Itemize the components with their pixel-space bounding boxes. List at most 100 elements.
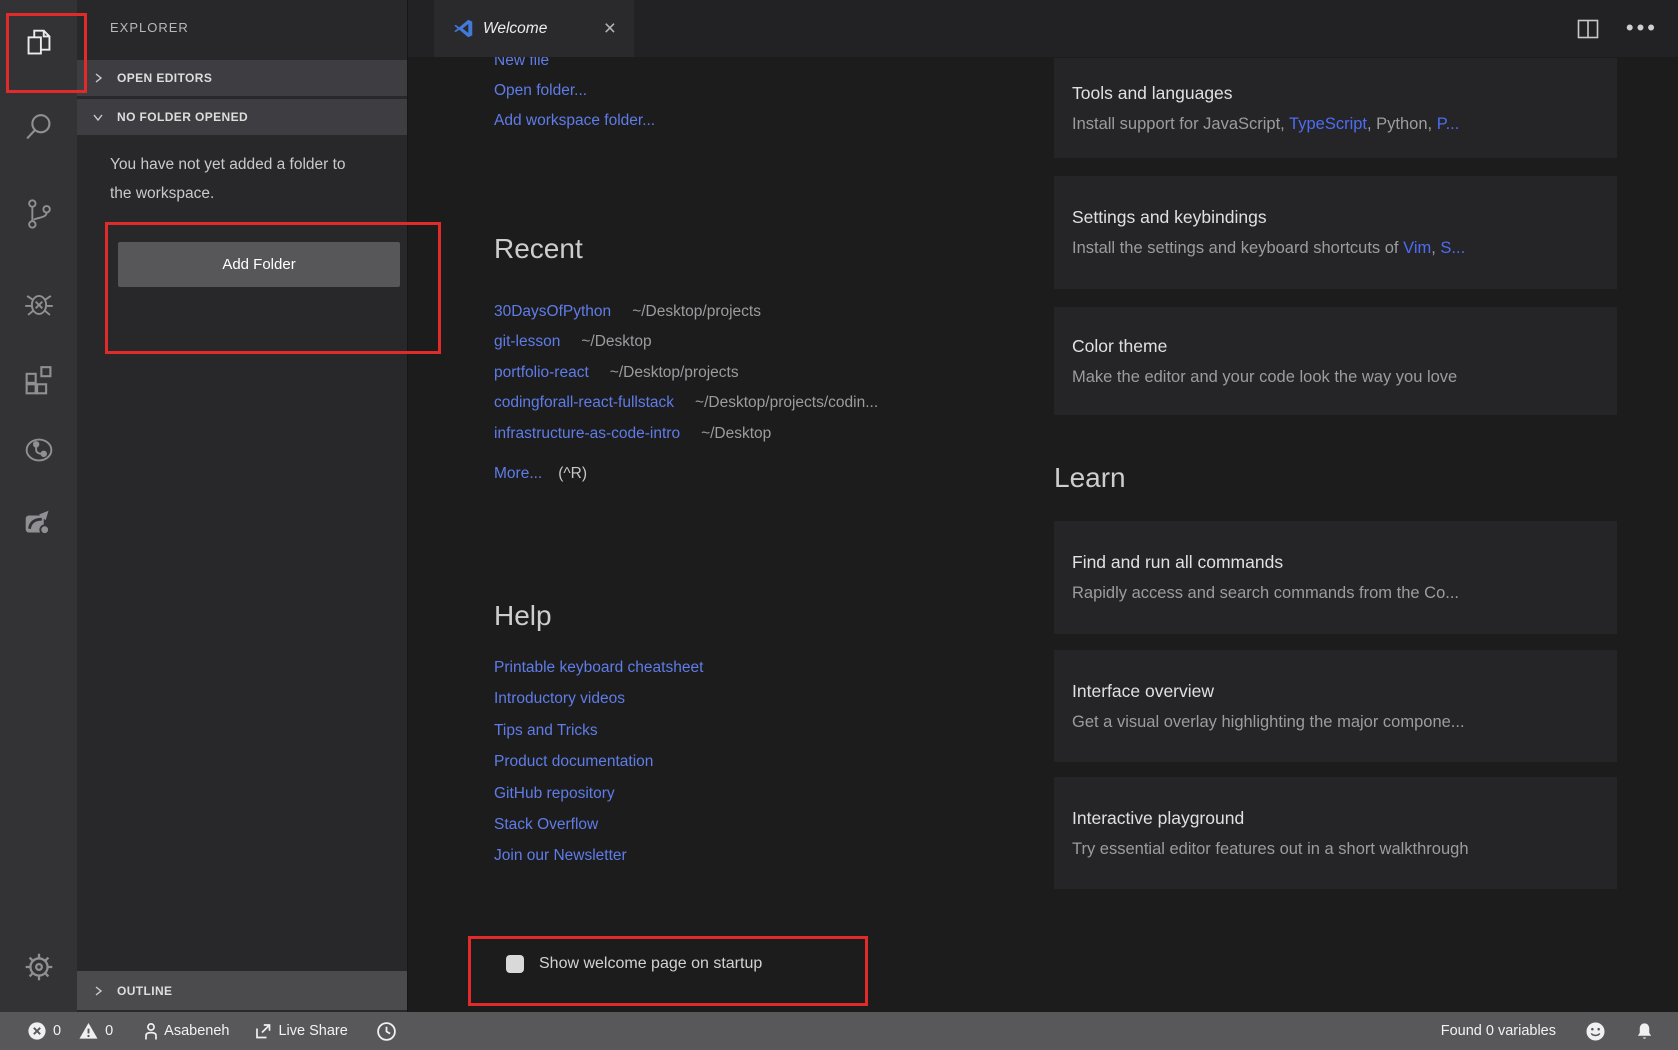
clock-icon	[376, 1021, 397, 1042]
no-folder-message: You have not yet added a folder to the w…	[110, 150, 366, 208]
card-title: Find and run all commands	[1072, 552, 1599, 573]
start-links: New fileOpen folder...Add workspace fold…	[494, 46, 655, 136]
recent-item: git-lesson~/Desktop	[494, 327, 878, 357]
section-open-editors[interactable]: OPEN EDITORS	[77, 60, 407, 96]
section-label: NO FOLDER OPENED	[117, 110, 248, 124]
help-link[interactable]: Introductory videos	[494, 683, 703, 714]
search-icon[interactable]	[20, 109, 58, 147]
card-desc-text: Install the settings and keyboard shortc…	[1072, 239, 1403, 257]
share-icon	[253, 1021, 273, 1041]
card-desc-text: , Python,	[1367, 115, 1437, 133]
recent-item-link[interactable]: git-lesson	[494, 333, 560, 350]
card-desc-link[interactable]: TypeScript	[1289, 115, 1367, 133]
recent-item: codingforall-react-fullstack ~/Desktop/pr…	[494, 388, 878, 418]
gitlens-icon[interactable]	[20, 431, 58, 469]
card-desc-text: Get a visual overlay highlighting the ma…	[1072, 713, 1465, 731]
settings-gear-icon[interactable]	[20, 948, 58, 986]
split-editor-icon[interactable]	[1576, 18, 1600, 40]
add-folder-button[interactable]: Add Folder	[118, 242, 400, 287]
welcome-card[interactable]: Find and run all commands Rapidly access…	[1054, 521, 1617, 634]
card-description: Get a visual overlay highlighting the ma…	[1072, 713, 1599, 732]
recent-item-link[interactable]: portfolio-react	[494, 364, 589, 381]
welcome-card[interactable]: Tools and languages Install support for …	[1054, 58, 1617, 158]
startup-checkbox[interactable]	[506, 955, 524, 973]
found-variables-text: Found 0 variables	[1441, 1023, 1556, 1039]
start-link[interactable]: Add workspace folder...	[494, 106, 655, 136]
tab-title: Welcome	[483, 20, 602, 38]
error-icon	[27, 1021, 47, 1041]
account-status[interactable]: Asabeneh	[141, 1021, 229, 1042]
sidebar-explorer: EXPLORER OPEN EDITORS NO FOLDER OPENED Y…	[77, 0, 407, 1012]
card-desc-text: Make the editor and your code look the w…	[1072, 368, 1457, 386]
live-share-status[interactable]: Live Share	[253, 1021, 347, 1041]
recent-item-link[interactable]: infrastructure-as-code-intro	[494, 425, 680, 442]
recent-item: portfolio-react ~/Desktop/projects	[494, 358, 878, 388]
welcome-card[interactable]: Color theme Make the editor and your cod…	[1054, 307, 1617, 415]
more-actions-icon[interactable]: •••	[1626, 24, 1658, 33]
card-title: Color theme	[1072, 336, 1599, 357]
recent-item-path: ~/Desktop	[701, 425, 771, 442]
more-link[interactable]: More...	[494, 465, 542, 482]
help-link[interactable]: Stack Overflow	[494, 809, 703, 840]
card-desc-link[interactable]: P...	[1437, 115, 1460, 133]
help-link[interactable]: Tips and Tricks	[494, 715, 703, 746]
extensions-icon[interactable]	[20, 361, 58, 399]
notifications-bell-icon[interactable]	[1635, 1021, 1654, 1042]
tab-welcome[interactable]: Welcome ×	[434, 0, 634, 57]
recent-item-link[interactable]: 30DaysOfPython	[494, 303, 611, 320]
learn-heading: Learn	[1054, 462, 1617, 494]
start-link[interactable]: Open folder...	[494, 76, 655, 106]
recent-list: 30DaysOfPython ~/Desktop/projects git-les…	[494, 297, 878, 449]
sidebar-title: EXPLORER	[110, 20, 189, 35]
help-link[interactable]: Printable keyboard cheatsheet	[494, 652, 703, 683]
card-description: Try essential editor features out in a s…	[1072, 840, 1599, 859]
errors-count: 0	[53, 1023, 61, 1039]
live-share-icon[interactable]	[20, 505, 58, 543]
vscode-window: EXPLORER OPEN EDITORS NO FOLDER OPENED Y…	[0, 0, 1678, 1050]
live-share-label: Live Share	[278, 1023, 347, 1039]
status-bar-right: Found 0 variables	[1441, 1021, 1678, 1042]
card-title: Settings and keybindings	[1072, 207, 1599, 228]
recent-item-link[interactable]: codingforall-react-fullstack	[494, 394, 674, 411]
recent-section: Recent 30DaysOfPython ~/Desktop/projects …	[494, 233, 878, 489]
debug-icon[interactable]	[20, 285, 58, 323]
welcome-card[interactable]: Settings and keybindings Install the set…	[1054, 176, 1617, 289]
card-description: Install support for JavaScript, TypeScri…	[1072, 115, 1599, 134]
welcome-card[interactable]: Interactive playground Try essential edi…	[1054, 777, 1617, 889]
recent-item: infrastructure-as-code-intro ~/Desktop	[494, 419, 878, 449]
tab-close-icon[interactable]: ×	[602, 18, 618, 39]
help-heading: Help	[494, 600, 703, 632]
editor-area: New fileOpen folder...Add workspace fold…	[407, 0, 1678, 1012]
card-desc-link[interactable]: Vim	[1403, 239, 1431, 257]
errors-status[interactable]: 0	[27, 1021, 61, 1041]
recent-more-row: More...(^R)	[494, 459, 878, 489]
recent-item-path: ~/Desktop/projects	[610, 364, 739, 381]
welcome-card[interactable]: Interface overview Get a visual overlay …	[1054, 650, 1617, 762]
help-link[interactable]: Join our Newsletter	[494, 840, 703, 871]
card-desc-text: Install support for JavaScript,	[1072, 115, 1289, 133]
recent-item-path: ~/Desktop/projects/codin...	[695, 394, 878, 411]
learn-cards: Find and run all commands Rapidly access…	[1054, 521, 1617, 889]
source-control-icon[interactable]	[20, 195, 58, 233]
section-outline[interactable]: OUTLINE	[77, 971, 407, 1010]
card-description: Rapidly access and search commands from …	[1072, 584, 1599, 603]
tabbar-actions: •••	[1576, 0, 1658, 57]
card-desc-link[interactable]: S...	[1440, 239, 1465, 257]
feedback-smiley-icon[interactable]	[1585, 1021, 1606, 1042]
help-link[interactable]: Product documentation	[494, 746, 703, 777]
explorer-files-icon[interactable]	[20, 25, 58, 63]
chevron-down-icon	[92, 111, 104, 123]
card-desc-text: Rapidly access and search commands from …	[1072, 584, 1459, 602]
warnings-status[interactable]: 0	[78, 1021, 113, 1041]
card-desc-text: Try essential editor features out in a s…	[1072, 840, 1469, 858]
chevron-right-icon	[92, 72, 104, 84]
help-list: Printable keyboard cheatsheetIntroductor…	[494, 652, 703, 872]
startup-option: Show welcome page on startup	[506, 955, 762, 973]
section-no-folder-opened[interactable]: NO FOLDER OPENED	[77, 99, 407, 135]
help-link[interactable]: GitHub repository	[494, 778, 703, 809]
card-title: Interactive playground	[1072, 808, 1599, 829]
recent-heading: Recent	[494, 233, 878, 265]
status-bar: 0 0 Asabeneh	[0, 1012, 1678, 1050]
warning-icon	[78, 1021, 99, 1041]
timer-status[interactable]	[376, 1021, 397, 1042]
